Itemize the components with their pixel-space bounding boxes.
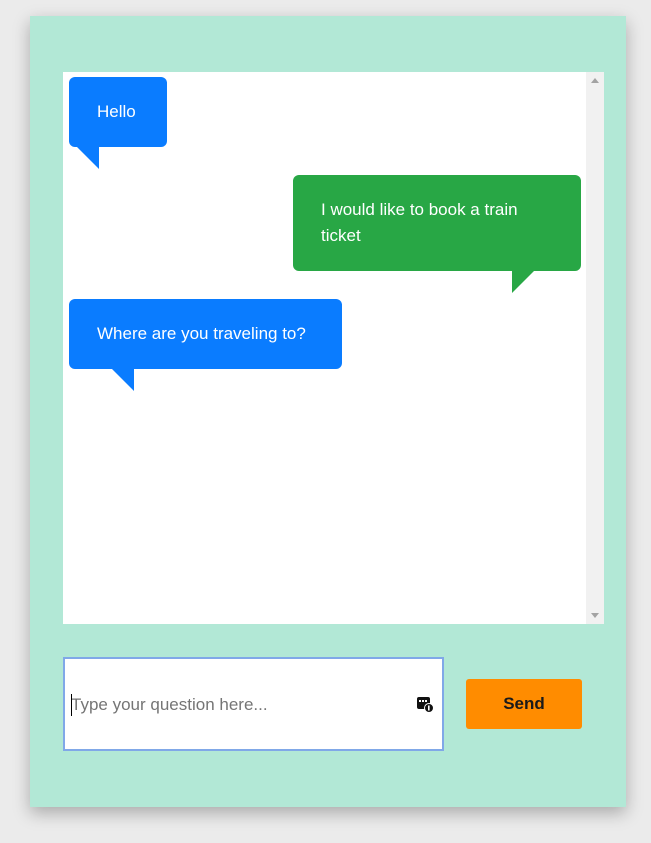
chat-window: Hello I would like to book a train ticke… — [30, 16, 626, 807]
messages-panel[interactable]: Hello I would like to book a train ticke… — [63, 72, 604, 624]
bot-message: Hello — [69, 77, 167, 169]
scroll-down-icon[interactable] — [591, 613, 599, 618]
extension-badge-icon[interactable] — [416, 695, 434, 713]
bubble-tail — [77, 147, 99, 169]
send-button[interactable]: Send — [466, 679, 582, 729]
user-message: I would like to book a train ticket — [293, 175, 581, 293]
bubble-tail — [112, 369, 134, 391]
message-text: Hello — [97, 102, 136, 121]
bot-message: Where are you traveling to? — [69, 299, 342, 391]
messages-scrollbar[interactable] — [586, 72, 604, 624]
question-input[interactable] — [71, 692, 401, 718]
scroll-up-icon[interactable] — [591, 78, 599, 83]
message-text: Where are you traveling to? — [97, 324, 306, 343]
text-caret — [71, 694, 72, 716]
message-text: I would like to book a train ticket — [321, 200, 518, 245]
bubble-tail — [512, 271, 534, 293]
question-input-box[interactable] — [63, 657, 444, 751]
